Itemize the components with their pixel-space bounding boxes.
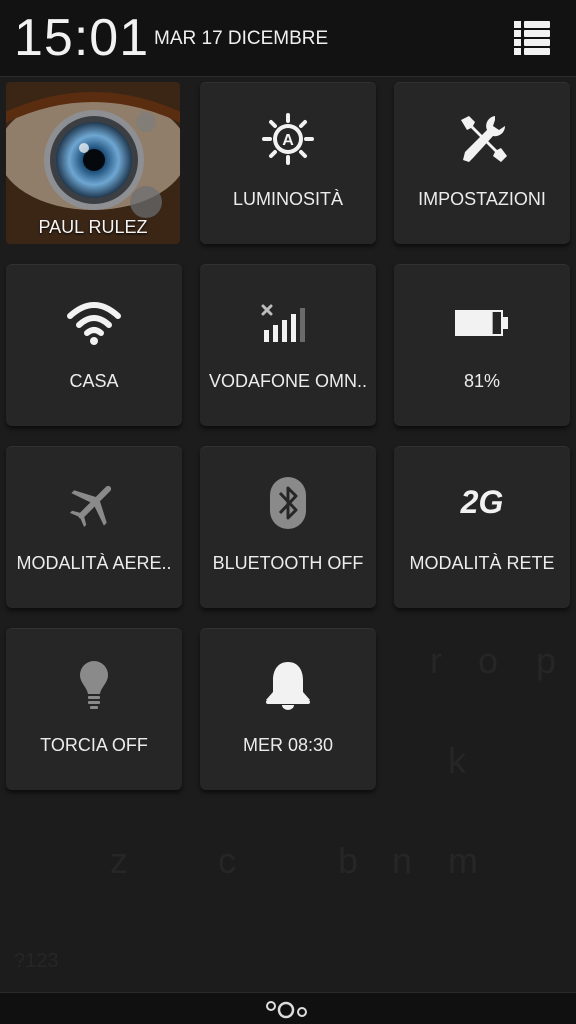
tools-icon <box>461 116 507 162</box>
tile-battery[interactable]: 81% <box>394 264 570 426</box>
circles-handle-icon <box>266 1001 307 1019</box>
bottom-bar <box>0 992 576 1024</box>
tile-airplane-label: MODALITÀ AERE.. <box>16 553 172 573</box>
tile-mobile-network-label: VODAFONE OMN.. <box>208 371 367 391</box>
bell-icon <box>266 662 310 710</box>
quick-settings-screen: r o p k z c b n m ?123 15:01 MAR 17 DICE… <box>0 0 576 1024</box>
profile-tile[interactable]: PAUL RULEZ <box>6 82 180 244</box>
tile-battery-label: 81% <box>463 371 501 391</box>
tile-alarm-label: MER 08:30 <box>242 735 334 755</box>
tile-torch[interactable]: TORCIA OFF <box>6 628 182 790</box>
tile-brightness[interactable]: A LUMINOSITÀ <box>200 82 376 244</box>
brightness-auto-icon: A <box>262 113 314 165</box>
tile-bluetooth[interactable]: BLUETOOTH OFF <box>200 446 376 608</box>
tile-brightness-label: LUMINOSITÀ <box>232 189 343 209</box>
battery-icon <box>455 310 508 336</box>
network-2g-icon: 2G <box>460 484 504 520</box>
tile-wifi[interactable]: CASA <box>6 264 182 426</box>
tile-mobile-network[interactable]: VODAFONE OMN.. <box>200 264 376 426</box>
date-label[interactable]: MAR 17 DICEMBRE <box>154 28 328 50</box>
bluetooth-icon <box>270 477 306 529</box>
recents-handle[interactable] <box>264 996 312 1022</box>
tile-airplane[interactable]: MODALITÀ AERE.. <box>6 446 182 608</box>
list-icon <box>514 21 550 55</box>
lightbulb-icon <box>80 661 108 709</box>
clock[interactable]: 15:01 <box>14 8 149 68</box>
airplane-icon <box>69 485 112 528</box>
signal-no-data-icon <box>261 304 305 342</box>
list-view-button[interactable] <box>512 18 552 58</box>
profile-name: PAUL RULEZ <box>38 217 148 237</box>
tile-settings-label: IMPOSTAZIONI <box>418 189 546 209</box>
tile-settings[interactable]: IMPOSTAZIONI <box>394 82 570 244</box>
svg-text:A: A <box>282 132 294 149</box>
tile-torch-label: TORCIA OFF <box>40 735 148 755</box>
status-header: 15:01 MAR 17 DICEMBRE <box>0 0 576 77</box>
wifi-icon <box>67 302 121 345</box>
tile-wifi-label: CASA <box>69 371 119 391</box>
tile-network-mode[interactable]: 2G MODALITÀ RETE <box>394 446 570 608</box>
tile-network-mode-label: MODALITÀ RETE <box>409 553 555 573</box>
tile-bluetooth-label: BLUETOOTH OFF <box>212 553 364 573</box>
tile-alarm[interactable]: MER 08:30 <box>200 628 376 790</box>
